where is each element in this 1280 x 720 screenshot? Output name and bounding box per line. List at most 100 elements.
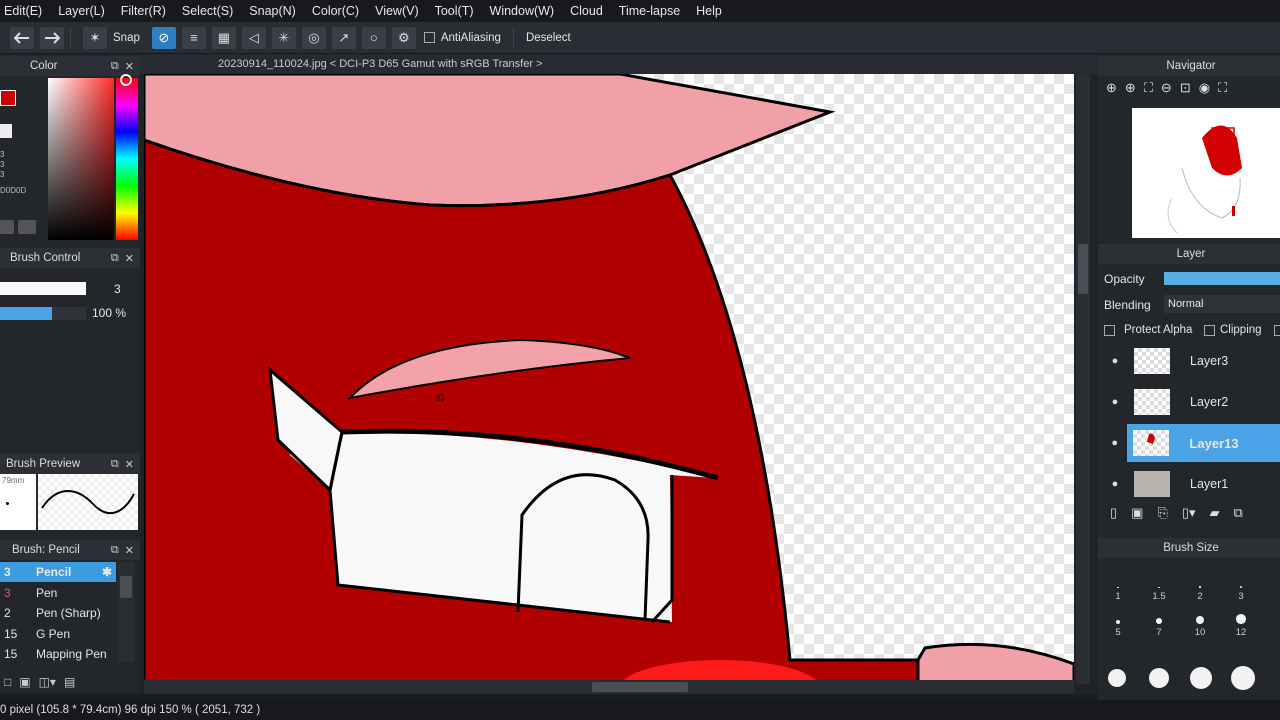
brush-size-option[interactable]: 7 [1139,602,1179,638]
brush-settings-icon[interactable]: ✱ [102,565,112,579]
menu-item[interactable]: Window(W) [482,4,563,18]
snap-off-button[interactable]: ⊘ [151,26,176,49]
close-icon[interactable]: ✕ [125,252,134,265]
protect-alpha-label: Protect Alpha [1124,324,1193,336]
layer-name: Layer3 [1190,354,1229,368]
popout-icon[interactable]: ⧉ [111,252,119,265]
add-layer-menu-icon[interactable]: ▯▾ [1182,505,1196,521]
brush-size-label: 12 [1235,627,1247,638]
brush-size-option[interactable]: 3 [1221,566,1261,602]
brush-size-option[interactable]: 2 [1180,566,1220,602]
layer-row[interactable]: ● Layer2 [1102,383,1280,421]
menu-item[interactable]: Cloud [562,4,611,18]
snap-cross-button[interactable]: ✳ [271,26,296,49]
scroll-thumb[interactable] [1078,244,1088,294]
menu-item[interactable]: Tool(T) [427,4,482,18]
hue-slider[interactable] [116,78,138,240]
redo-button[interactable] [40,26,64,49]
menu-item[interactable]: Snap(N) [241,4,304,18]
copy-layer-icon[interactable]: ⧉ [1234,505,1243,521]
snap-settings-button[interactable]: ⚙ [391,26,416,49]
brush-size-option[interactable]: 10 [1180,602,1220,638]
undo-button[interactable] [10,26,34,49]
menu-item[interactable]: Select(S) [174,4,241,18]
brush-menu-icon[interactable]: ◫▾ [39,675,56,689]
canvas-vertical-scrollbar[interactable] [1076,74,1090,684]
deselect-button[interactable]: Deselect [526,32,571,44]
menu-item[interactable]: Layer(L) [50,4,113,18]
brush-size-dot-icon[interactable] [1108,669,1126,687]
menu-item[interactable]: Color(C) [304,4,367,18]
brush-size-option[interactable]: 12 [1221,602,1261,638]
brush-list-item[interactable]: 3 Pencil ✱ [0,562,116,582]
popout-icon[interactable]: ⧉ [111,544,119,557]
menu-item[interactable]: Help [688,4,730,18]
antialiasing-checkbox[interactable] [423,32,435,43]
antialiasing-label: AntiAliasing [440,31,501,44]
scroll-thumb[interactable] [120,576,132,598]
layer-row[interactable]: ● Layer13 [1102,424,1280,462]
current-color-swatch[interactable] [0,90,16,106]
popout-icon[interactable]: ⧉ [111,60,119,73]
duplicate-layer-icon[interactable]: ⎘ [1157,505,1167,521]
brush-list-scrollbar[interactable] [118,562,134,662]
lock-checkbox[interactable] [1274,325,1280,336]
brush-settings-icon[interactable]: ▤ [64,675,75,689]
brush-size-option[interactable]: 1 [1098,566,1138,602]
menu-item[interactable]: Filter(R) [113,4,174,18]
color-picker-square[interactable] [48,78,114,240]
snap-concentric-button[interactable]: ◎ [301,26,326,49]
snap-circle-button[interactable]: ○ [361,26,386,49]
visibility-icon[interactable]: ● [1102,396,1128,408]
snap-curve-button[interactable]: ↗ [331,26,356,49]
background-color-swatch[interactable] [0,124,12,138]
brush-size-dot-icon[interactable] [1149,668,1169,688]
new-layer-icon[interactable]: ▯ [1110,505,1117,521]
fit-icon[interactable]: ⛶ [1144,80,1153,102]
duplicate-brush-icon[interactable]: ▣ [19,675,30,689]
eyedropper-icon[interactable] [0,220,14,234]
new-tone-layer-icon[interactable]: ▣ [1131,505,1143,521]
clipping-checkbox[interactable] [1204,325,1215,336]
canvas[interactable]: ⎌ [144,74,1074,684]
popout-icon[interactable]: ⧉ [111,458,119,471]
brush-size-dot-icon[interactable] [1190,667,1212,689]
actual-size-icon[interactable]: ⊡ [1180,80,1191,102]
layer-opacity-slider[interactable] [1164,272,1280,285]
brush-size-dot-icon[interactable] [1231,666,1255,690]
close-icon[interactable]: ✕ [125,60,134,73]
snap-grid-button[interactable]: ▦ [211,26,236,49]
snap-radial-button[interactable]: ◁ [241,26,266,49]
canvas-horizontal-scrollbar[interactable] [144,680,1074,694]
brush-size-option[interactable]: 5 [1098,602,1138,638]
zoom-minus-icon[interactable]: ⊖ [1161,80,1172,102]
navigator-thumbnail[interactable] [1132,108,1280,238]
magic-wand-icon[interactable]: ✶ [83,26,107,49]
zoom-out-icon[interactable]: ⊕ [1125,80,1136,102]
visibility-icon[interactable]: ● [1102,437,1127,449]
folder-icon[interactable]: ▰ [1210,505,1220,521]
brush-size-slider[interactable] [0,282,86,295]
blending-select[interactable]: Normal [1164,295,1280,313]
close-icon[interactable]: ✕ [125,458,134,471]
brush-size-label: 1 [1115,591,1121,602]
add-brush-icon[interactable]: □ [4,675,11,689]
visibility-icon[interactable]: ● [1102,355,1128,367]
brush-opacity-slider[interactable] [0,307,86,320]
layer-row[interactable]: ● Layer3 [1102,342,1280,380]
fullscreen-icon[interactable]: ⛶ [1218,80,1227,102]
scroll-thumb[interactable] [592,682,688,692]
brush-size-option[interactable]: 1.5 [1139,566,1179,602]
protect-alpha-checkbox[interactable] [1104,325,1115,336]
menu-item[interactable]: View(V) [367,4,427,18]
visibility-icon[interactable]: ● [1102,478,1128,490]
zoom-in-icon[interactable]: ⊕ [1106,80,1117,102]
menu-item[interactable]: Time-lapse [611,4,688,18]
hue-handle[interactable] [120,74,132,86]
layer-row[interactable]: ● Layer1 [1102,465,1280,503]
rotate-icon[interactable]: ◉ [1199,80,1210,102]
snap-parallel-button[interactable]: ≡ [181,26,206,49]
close-icon[interactable]: ✕ [125,544,134,557]
menu-item[interactable]: Edit(E) [0,4,50,18]
palette-icon[interactable] [18,220,36,234]
